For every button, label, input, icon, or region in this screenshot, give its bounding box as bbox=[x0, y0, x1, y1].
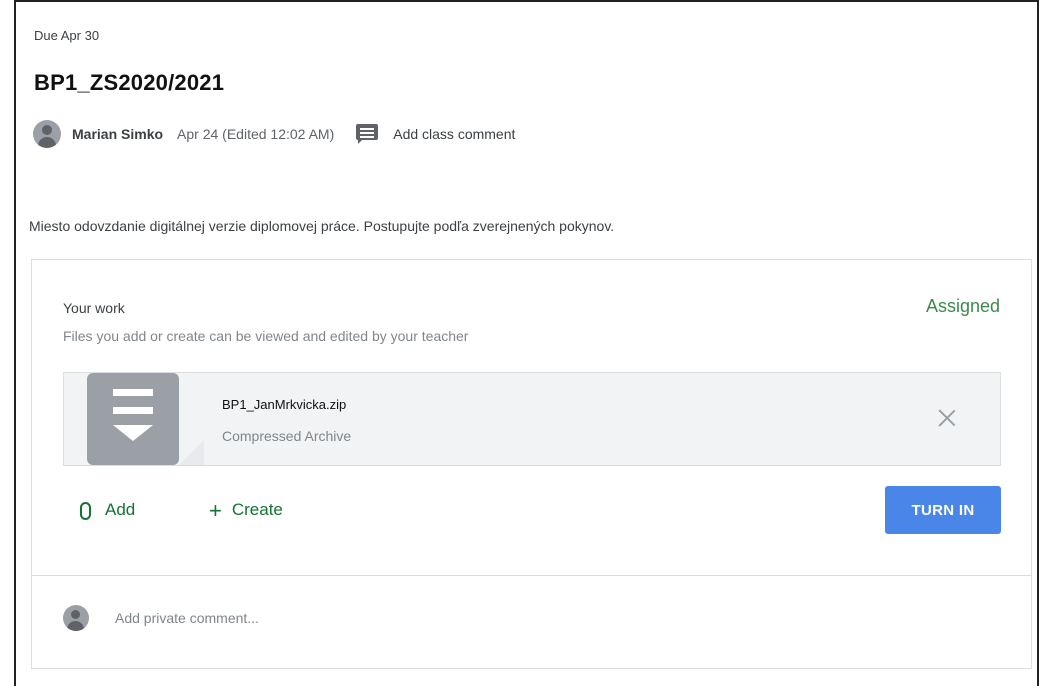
add-button-label: Add bbox=[105, 500, 136, 519]
file-info: BP1_JanMrkvicka.zip Compressed Archive bbox=[204, 373, 1000, 465]
file-name[interactable]: BP1_JanMrkvicka.zip bbox=[222, 397, 346, 412]
assignment-meta: Marian Simko Apr 24 (Edited 12:02 AM) Ad… bbox=[33, 118, 515, 150]
work-actions: Add + Create TURN IN bbox=[63, 486, 1001, 536]
comment-icon[interactable] bbox=[356, 124, 379, 144]
status-badge: Assigned bbox=[925, 296, 1000, 316]
add-class-comment-link[interactable]: Add class comment bbox=[393, 126, 515, 142]
your-work-subtitle: Files you add or create can be viewed an… bbox=[63, 328, 469, 344]
your-work-card: Your work Files you add or create can be… bbox=[31, 259, 1032, 669]
author-avatar bbox=[33, 120, 61, 148]
plus-icon: + bbox=[209, 497, 222, 523]
assignment-title: BP1_ZS2020/2021 bbox=[34, 70, 225, 95]
turn-in-button[interactable]: TURN IN bbox=[885, 486, 1001, 534]
assignment-instructions: Miesto odovzdanie digitálnej verzie dipl… bbox=[29, 218, 615, 234]
post-date: Apr 24 (Edited 12:02 AM) bbox=[177, 126, 335, 142]
divider bbox=[32, 575, 1031, 576]
due-date: Due Apr 30 bbox=[34, 28, 100, 43]
remove-file-close-icon[interactable] bbox=[936, 407, 958, 429]
attached-file[interactable]: BP1_JanMrkvicka.zip Compressed Archive bbox=[63, 372, 1001, 466]
create-button[interactable]: + Create bbox=[209, 497, 283, 523]
add-button[interactable]: Add bbox=[79, 500, 135, 520]
paperclip-icon bbox=[79, 502, 91, 520]
your-work-title: Your work bbox=[63, 300, 125, 316]
file-type: Compressed Archive bbox=[222, 428, 352, 444]
user-avatar bbox=[63, 605, 89, 631]
create-button-label: Create bbox=[231, 500, 283, 519]
private-comment-row[interactable]: Add private comment... bbox=[63, 605, 259, 631]
archive-file-icon bbox=[64, 373, 205, 465]
private-comment-input[interactable]: Add private comment... bbox=[115, 610, 259, 626]
author-name: Marian Simko bbox=[72, 126, 164, 142]
